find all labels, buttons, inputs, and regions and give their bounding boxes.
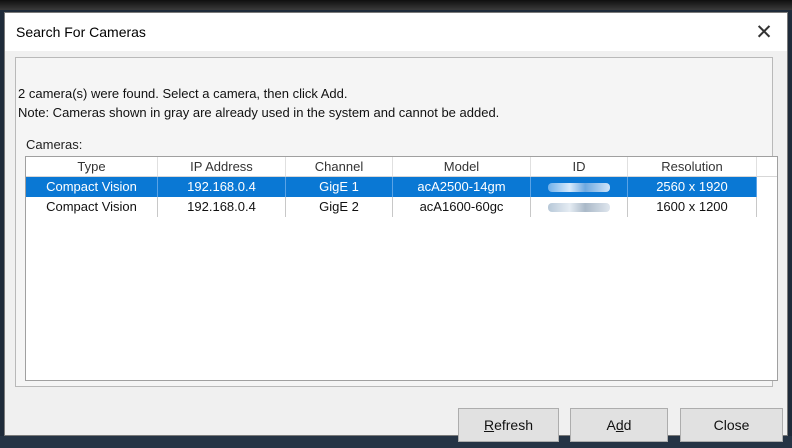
column-header-model[interactable]: Model [393,157,531,176]
cell-id [531,177,628,197]
cell-ip-address: 192.168.0.4 [158,177,286,197]
refresh-mnemonic: R [483,417,495,433]
camera-row-selected[interactable]: Compact Vision 192.168.0.4 GigE 1 acA250… [26,177,757,197]
add-mnemonic: d [615,417,624,433]
cell-model: acA1600-60gc [393,197,531,217]
cameras-label: Cameras: [26,137,83,152]
column-header-channel[interactable]: Channel [286,157,393,176]
close-button[interactable]: Close [680,408,783,442]
column-header-ip-address[interactable]: IP Address [158,157,286,176]
search-cameras-dialog: Search For Cameras ✕ 2 camera(s) were fo… [4,12,788,442]
column-header-id[interactable]: ID [531,157,628,176]
background-strip-bottom [0,436,792,448]
redacted-id [548,203,610,213]
cell-type: Compact Vision [26,177,158,197]
add-label-end: d [623,417,632,433]
cell-resolution: 2560 x 1920 [628,177,757,197]
column-header-type[interactable]: Type [26,157,158,176]
refresh-label: efresh [494,417,534,433]
dialog-title: Search For Cameras [16,24,146,40]
camera-row[interactable]: Compact Vision 192.168.0.4 GigE 2 acA160… [26,197,757,217]
cell-channel: GigE 2 [286,197,393,217]
add-label-start: A [606,417,616,433]
cell-id [531,197,628,217]
gray-note: Note: Cameras shown in gray are already … [18,105,500,120]
found-message: 2 camera(s) were found. Select a camera,… [18,86,348,101]
cell-ip-address: 192.168.0.4 [158,197,286,217]
list-header: Type IP Address Channel Model ID Resolut… [26,157,777,177]
redacted-id [548,183,610,193]
add-button[interactable]: Add [570,408,668,442]
title-bar: Search For Cameras ✕ [5,13,787,51]
cell-type: Compact Vision [26,197,158,217]
column-header-resolution[interactable]: Resolution [628,157,757,176]
cell-channel: GigE 1 [286,177,393,197]
cell-resolution: 1600 x 1200 [628,197,757,217]
background-strip-top [0,0,792,10]
refresh-button[interactable]: Refresh [458,408,559,442]
cameras-list[interactable]: Type IP Address Channel Model ID Resolut… [25,156,778,381]
close-icon[interactable]: ✕ [741,13,787,51]
cell-model: acA2500-14gm [393,177,531,197]
